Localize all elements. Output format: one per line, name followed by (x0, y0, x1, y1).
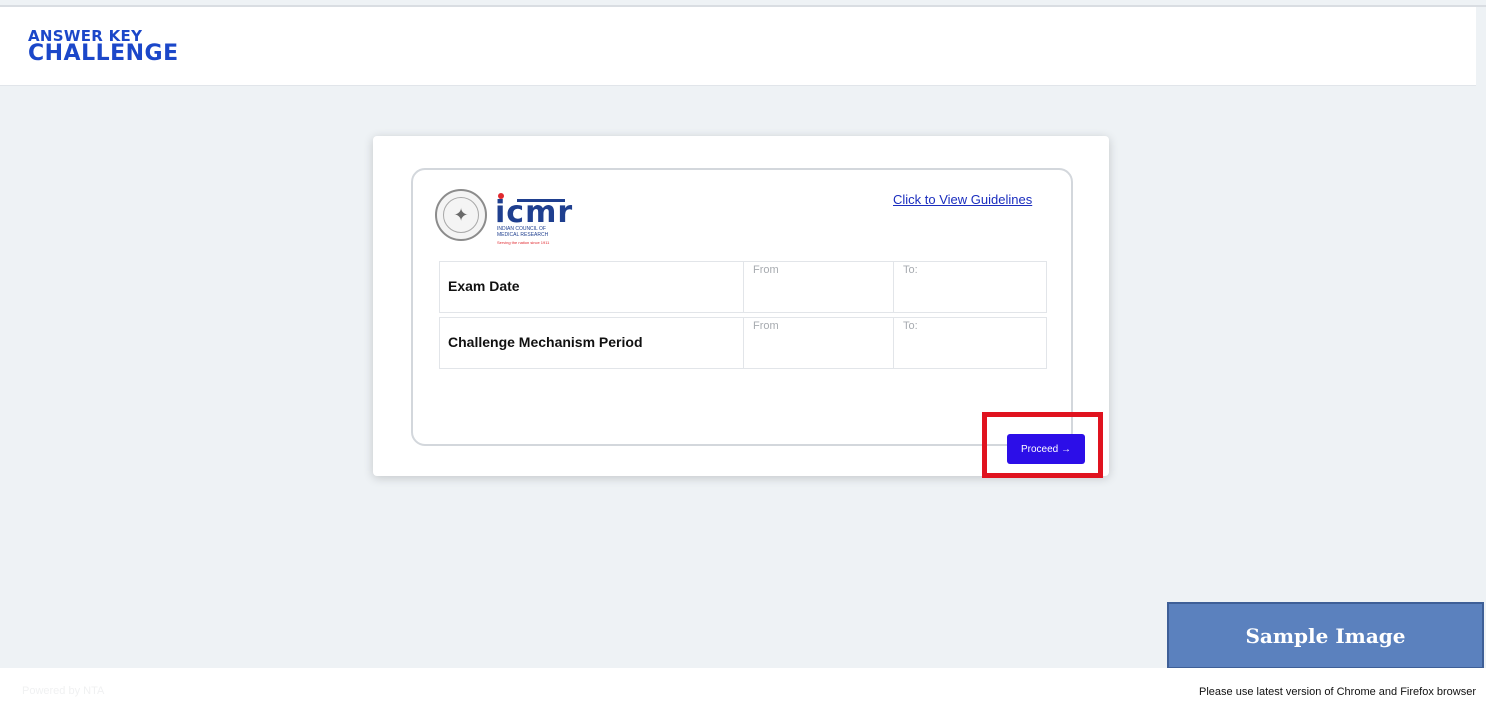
exam-date-row: Exam Date From To: (439, 261, 1047, 313)
exam-card-inner: ✦ icmr INDIAN COUNCIL OF MEDICAL RESEARC… (411, 168, 1103, 478)
icmr-tagline: Serving the nation since 1911 (497, 240, 550, 245)
exam-date-from-field[interactable]: From (743, 262, 894, 312)
challenge-period-to-field[interactable]: To: (893, 318, 1047, 368)
proceed-button[interactable]: Proceed → (1007, 434, 1085, 464)
footer: Powered by NTA Please use latest version… (0, 668, 1486, 704)
view-guidelines-link[interactable]: Click to View Guidelines (893, 192, 1032, 207)
sample-image-watermark: Sample Image (1167, 602, 1484, 669)
brand-logo[interactable]: ANSWER KEY CHALLENGE (28, 29, 179, 65)
icmr-subtitle: INDIAN COUNCIL OF MEDICAL RESEARCH (497, 226, 549, 238)
exam-card: ✦ icmr INDIAN COUNCIL OF MEDICAL RESEARC… (373, 136, 1109, 478)
header: ANSWER KEY CHALLENGE (0, 7, 1476, 86)
exam-date-to-field[interactable]: To: (893, 262, 1047, 312)
emblem-icon: ✦ (435, 189, 487, 241)
exam-date-from-placeholder: From (753, 264, 779, 276)
browser-notice: Please use latest version of Chrome and … (1199, 686, 1476, 698)
challenge-period-label: Challenge Mechanism Period (448, 334, 643, 350)
exam-date-to-placeholder: To: (903, 264, 918, 276)
challenge-period-to-placeholder: To: (903, 320, 918, 332)
challenge-period-from-field[interactable]: From (743, 318, 894, 368)
icmr-logo: ✦ icmr INDIAN COUNCIL OF MEDICAL RESEARC… (435, 187, 575, 249)
challenge-period-row: Challenge Mechanism Period From To: (439, 317, 1047, 369)
brand-line-2: CHALLENGE (28, 41, 179, 66)
footer-credit: Powered by NTA (22, 685, 105, 697)
exam-date-label: Exam Date (448, 278, 520, 294)
challenge-period-from-placeholder: From (753, 320, 779, 332)
